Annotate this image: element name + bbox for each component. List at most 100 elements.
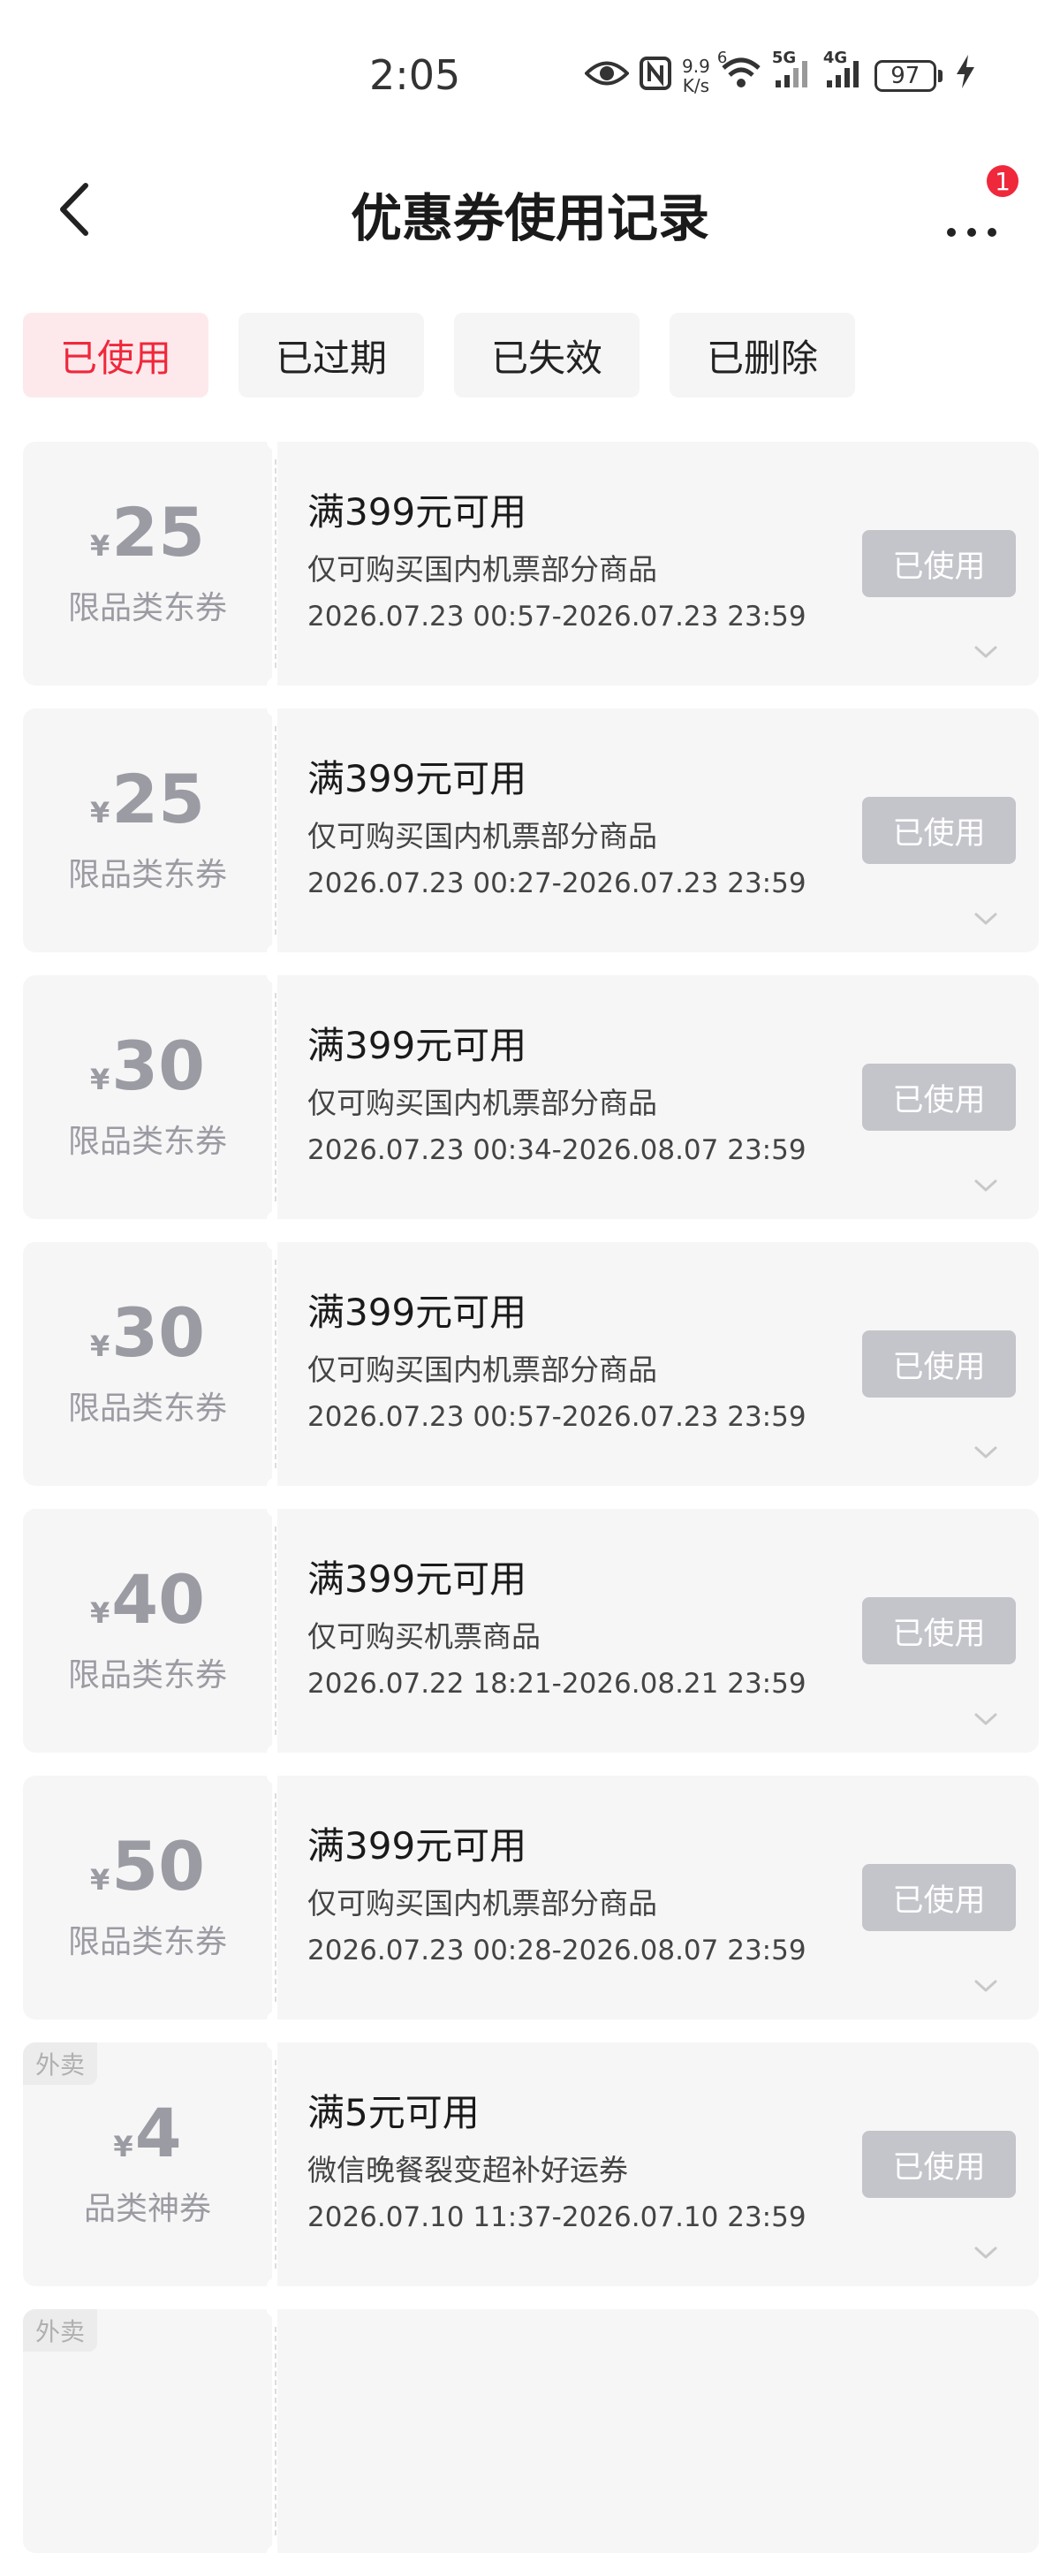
- coupon-condition: 满399元可用: [307, 757, 527, 800]
- coupon-value-section: ¥ 25 限品类东券: [23, 442, 272, 686]
- currency-symbol: ¥: [89, 1596, 110, 1630]
- nfc-icon: [640, 56, 671, 95]
- status-bar: 2:05 9.9 K/s 6 5G 4G 97: [0, 0, 1060, 133]
- coupon-condition: 满399元可用: [307, 1824, 527, 1868]
- chevron-down-icon[interactable]: [973, 910, 998, 928]
- currency-symbol: ¥: [89, 796, 110, 830]
- coupon-detail-section: 满399元可用 仅可购买国内机票部分商品 2026.07.23 00:34-20…: [277, 975, 1039, 1219]
- coupon-amount-value: 40: [111, 1560, 206, 1639]
- coupon-amount-value: 4: [134, 2094, 182, 2172]
- coupon-value-section: 外卖: [23, 2309, 272, 2553]
- coupon-value-section: 外卖 ¥ 4 品类神券: [23, 2042, 272, 2286]
- coupon-validity: 2026.07.23 00:34-2026.08.07 23:59: [307, 1134, 806, 1166]
- chevron-down-icon[interactable]: [973, 1977, 998, 1995]
- coupon-description: 微信晚餐裂变超补好运券: [307, 2153, 628, 2187]
- coupon-amount-value: 30: [111, 1293, 206, 1372]
- coupon-amount: ¥ 40: [90, 1566, 205, 1633]
- coupon-type: 限品类东券: [67, 1924, 227, 1960]
- used-status-button[interactable]: 已使用: [862, 797, 1016, 864]
- coupon-validity: 2026.07.23 00:28-2026.08.07 23:59: [307, 1935, 806, 1966]
- net-speed-value: 9.9: [682, 55, 710, 77]
- coupon-detail-section: 满399元可用 仅可购买国内机票部分商品 2026.07.23 00:57-20…: [277, 1242, 1039, 1486]
- chevron-down-icon[interactable]: [973, 1177, 998, 1194]
- status-icons: 9.9 K/s 6 5G 4G 97: [584, 49, 974, 96]
- signal-5g-icon: 5G: [772, 49, 813, 95]
- battery-level: 97: [874, 59, 936, 92]
- coupon-description: 仅可购买国内机票部分商品: [307, 819, 657, 853]
- currency-symbol: ¥: [89, 1863, 110, 1897]
- coupon-divider: [275, 1527, 276, 1735]
- coupon-card[interactable]: 外卖 ¥ 4 品类神券 满5元可用 微信晚餐裂变超补好运券 2026.07.10…: [23, 2034, 1039, 2294]
- coupon-card[interactable]: ¥ 30 限品类东券 满399元可用 仅可购买国内机票部分商品 2026.07.…: [23, 967, 1039, 1227]
- coupon-value-section: ¥ 30 限品类东券: [23, 1242, 272, 1486]
- coupon-condition: 满399元可用: [307, 490, 527, 534]
- coupon-card[interactable]: ¥ 25 限品类东券 满399元可用 仅可购买国内机票部分商品 2026.07.…: [23, 701, 1039, 960]
- currency-symbol: ¥: [113, 2130, 133, 2163]
- coupon-amount: ¥ 30: [90, 1299, 205, 1367]
- chevron-down-icon[interactable]: [973, 2244, 998, 2262]
- coupon-card[interactable]: 外卖: [23, 2301, 1039, 2561]
- coupon-description: 仅可购买国内机票部分商品: [307, 552, 657, 587]
- tab-used[interactable]: 已使用: [23, 313, 208, 398]
- coupon-card[interactable]: ¥ 40 限品类东券 满399元可用 仅可购买机票商品 2026.07.22 1…: [23, 1501, 1039, 1761]
- coupon-description: 仅可购买机票商品: [307, 1619, 541, 1654]
- coupon-amount-value: 50: [111, 1827, 206, 1905]
- coupon-card[interactable]: ¥ 50 限品类东券 满399元可用 仅可购买国内机票部分商品 2026.07.…: [23, 1768, 1039, 2027]
- coupon-description: 仅可购买国内机票部分商品: [307, 1352, 657, 1387]
- currency-symbol: ¥: [89, 1330, 110, 1363]
- used-status-button[interactable]: 已使用: [862, 1864, 1016, 1931]
- coupon-type: 限品类东券: [67, 1657, 227, 1693]
- coupon-detail-section: 满399元可用 仅可购买机票商品 2026.07.22 18:21-2026.0…: [277, 1509, 1039, 1753]
- coupon-list: ¥ 25 限品类东券 满399元可用 仅可购买国内机票部分商品 2026.07.…: [23, 434, 1039, 2576]
- charging-icon: [956, 55, 974, 96]
- coupon-type: 品类神券: [83, 2191, 211, 2227]
- used-status-button[interactable]: 已使用: [862, 1064, 1016, 1131]
- coupon-type: 限品类东券: [67, 590, 227, 626]
- used-status-button[interactable]: 已使用: [862, 1597, 1016, 1664]
- eye-icon: [584, 58, 630, 94]
- chevron-down-icon[interactable]: [973, 1710, 998, 1728]
- coupon-detail-section: 满5元可用 微信晚餐裂变超补好运券 2026.07.10 11:37-2026.…: [277, 2042, 1039, 2286]
- used-status-button[interactable]: 已使用: [862, 530, 1016, 597]
- status-time: 2:05: [369, 51, 461, 99]
- coupon-tag: 外卖: [23, 2309, 98, 2352]
- net-speed-unit: K/s: [682, 74, 710, 96]
- currency-symbol: ¥: [89, 529, 110, 563]
- coupon-value-section: ¥ 30 限品类东券: [23, 975, 272, 1219]
- coupon-card[interactable]: ¥ 25 限品类东券 满399元可用 仅可购买国内机票部分商品 2026.07.…: [23, 434, 1039, 693]
- battery-indicator: 97: [874, 59, 943, 92]
- tab-deleted[interactable]: 已删除: [670, 313, 855, 398]
- chevron-down-icon[interactable]: [973, 1443, 998, 1461]
- coupon-detail-section: 满399元可用 仅可购买国内机票部分商品 2026.07.23 00:57-20…: [277, 442, 1039, 686]
- coupon-validity: 2026.07.23 00:57-2026.07.23 23:59: [307, 1401, 806, 1433]
- coupon-condition: 满5元可用: [307, 2091, 480, 2134]
- currency-symbol: ¥: [89, 1063, 110, 1096]
- page-title: 优惠券使用记录: [350, 188, 709, 248]
- coupon-validity: 2026.07.10 11:37-2026.07.10 23:59: [307, 2201, 806, 2233]
- tab-invalid[interactable]: 已失效: [454, 313, 640, 398]
- coupon-description: 仅可购买国内机票部分商品: [307, 1086, 657, 1120]
- coupon-condition: 满399元可用: [307, 1557, 527, 1601]
- wifi-icon: 6: [717, 49, 761, 95]
- used-status-button[interactable]: 已使用: [862, 2131, 1016, 2198]
- coupon-divider: [275, 1793, 276, 2002]
- coupon-value-section: ¥ 50 限品类东券: [23, 1776, 272, 2019]
- coupon-condition: 满399元可用: [307, 1024, 527, 1067]
- coupon-card[interactable]: ¥ 30 限品类东券 满399元可用 仅可购买国内机票部分商品 2026.07.…: [23, 1234, 1039, 1494]
- net-speed: 9.9 K/s: [682, 57, 710, 95]
- notification-badge: 1: [984, 163, 1021, 200]
- chevron-down-icon[interactable]: [973, 643, 998, 661]
- coupon-amount: ¥ 50: [90, 1833, 205, 1900]
- coupon-detail-section: 满399元可用 仅可购买国内机票部分商品 2026.07.23 00:28-20…: [277, 1776, 1039, 2019]
- coupon-amount-value: 30: [111, 1027, 206, 1105]
- header: 优惠券使用记录: [0, 150, 1060, 265]
- filter-tabs: 已使用 已过期 已失效 已删除: [23, 313, 855, 398]
- coupon-divider: [275, 993, 276, 1201]
- coupon-detail-section: [277, 2309, 1039, 2553]
- tab-expired[interactable]: 已过期: [238, 313, 424, 398]
- wifi-label: 6: [716, 48, 728, 67]
- used-status-button[interactable]: 已使用: [862, 1330, 1016, 1398]
- coupon-condition: 满399元可用: [307, 1291, 527, 1334]
- coupon-divider: [275, 726, 276, 935]
- coupon-type: 限品类东券: [67, 1390, 227, 1427]
